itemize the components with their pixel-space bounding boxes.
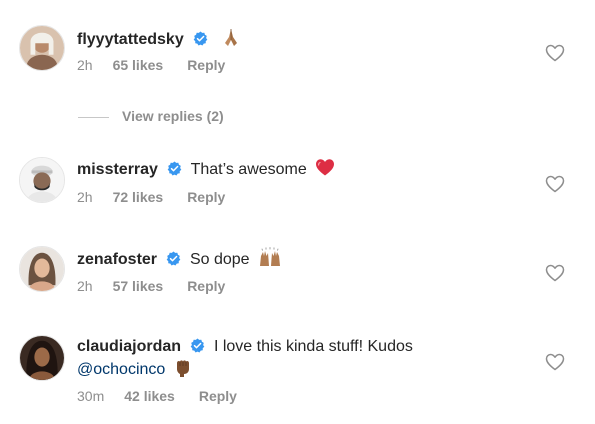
- verified-badge-icon: [167, 161, 182, 176]
- username[interactable]: zenafoster: [77, 251, 157, 268]
- likes-count[interactable]: 65 likes: [113, 56, 164, 74]
- like-heart-icon[interactable]: [545, 44, 565, 62]
- like-heart-icon[interactable]: [545, 353, 565, 371]
- comment-text: I love this kinda stuff! Kudos: [213, 338, 413, 355]
- avatar[interactable]: [19, 157, 65, 203]
- comment-time: 30m: [77, 388, 105, 404]
- reply-button[interactable]: Reply: [187, 56, 225, 74]
- comment-line-continued: @ochocinco: [77, 357, 535, 380]
- raising-hands-icon: [258, 247, 282, 267]
- like-heart-icon[interactable]: [545, 264, 565, 282]
- comment-line: claudiajordan I love this kinda stuff! K…: [77, 336, 535, 357]
- comment-text: That’s awesome: [190, 161, 307, 178]
- username[interactable]: flyyytattedsky: [77, 31, 184, 48]
- reply-button[interactable]: Reply: [187, 188, 225, 206]
- avatar[interactable]: [19, 246, 65, 292]
- comment-meta: 2h 57 likes Reply: [77, 277, 225, 295]
- comment-line: missterray That’s awesome: [77, 158, 535, 180]
- likes-count[interactable]: 72 likes: [113, 188, 164, 206]
- comment-line: zenafoster So dope: [77, 247, 535, 270]
- mention-link[interactable]: @ochocinco: [77, 361, 165, 378]
- avatar[interactable]: [19, 25, 65, 71]
- verified-badge-icon: [190, 338, 205, 353]
- view-replies-divider: [78, 116, 109, 118]
- comment-text: So dope: [189, 251, 250, 268]
- username[interactable]: missterray: [77, 161, 158, 178]
- raised-fist-icon: [174, 357, 192, 377]
- comment-meta: 2h 65 likes Reply: [77, 56, 225, 74]
- comment-meta: 30m 42 likes Reply: [77, 387, 237, 405]
- avatar[interactable]: [19, 335, 65, 381]
- reply-button[interactable]: Reply: [187, 277, 225, 295]
- reply-button[interactable]: Reply: [199, 387, 237, 405]
- likes-count[interactable]: 42 likes: [124, 387, 175, 405]
- comment-time: 2h: [77, 57, 93, 73]
- verified-badge-icon: [166, 251, 181, 266]
- comment-line: flyyytattedsky: [77, 27, 535, 50]
- view-replies-button[interactable]: View replies (2): [78, 106, 224, 126]
- red-heart-icon: [315, 158, 335, 177]
- username[interactable]: claudiajordan: [77, 338, 181, 355]
- verified-badge-icon: [193, 31, 208, 46]
- comment-time: 2h: [77, 189, 93, 205]
- view-replies-label: View replies (2): [122, 108, 224, 124]
- likes-count[interactable]: 57 likes: [113, 277, 164, 295]
- like-heart-icon[interactable]: [545, 175, 565, 193]
- folded-hands-icon: [221, 27, 241, 47]
- comment-meta: 2h 72 likes Reply: [77, 188, 225, 206]
- comment-time: 2h: [77, 278, 93, 294]
